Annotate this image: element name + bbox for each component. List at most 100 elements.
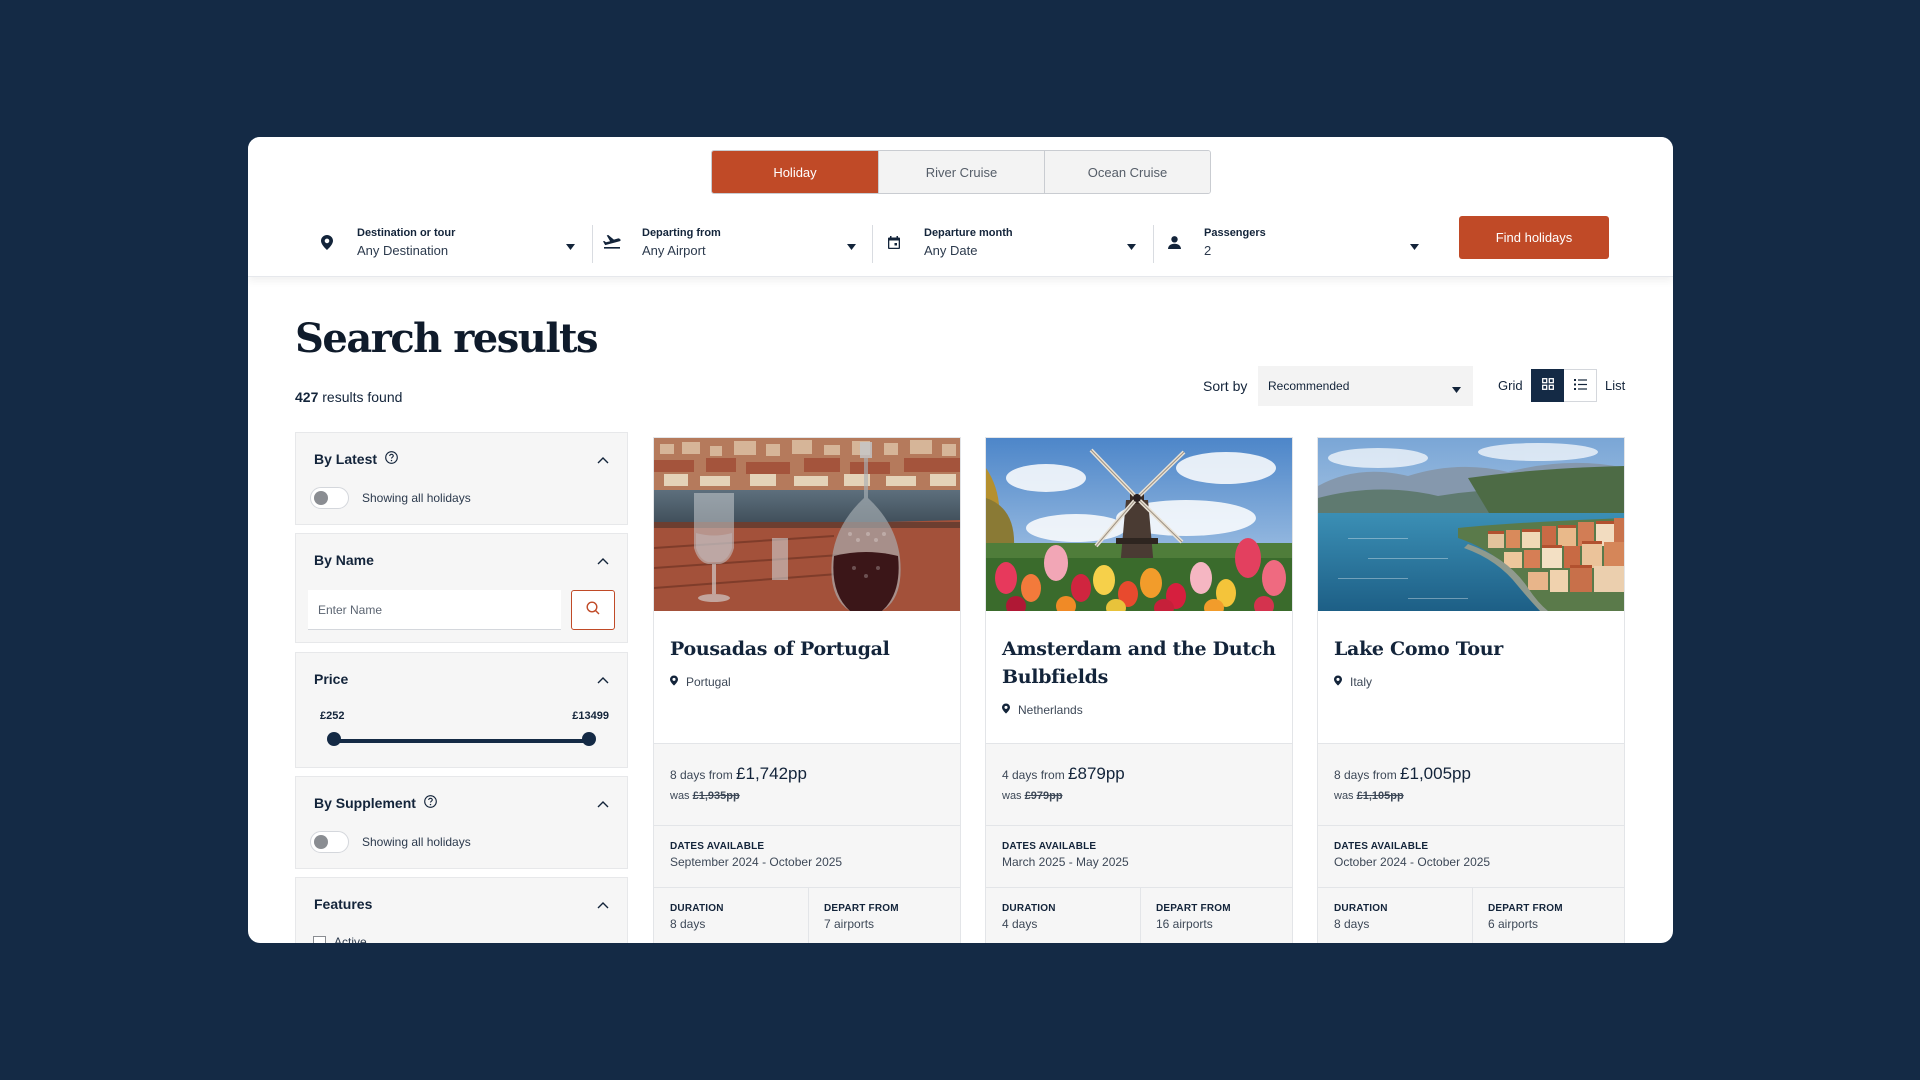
filter-by-supplement: By Supplement Showing all holidays bbox=[295, 776, 628, 869]
price-range-track[interactable] bbox=[334, 739, 589, 743]
days-prefix: 8 days from bbox=[1334, 768, 1401, 782]
card-location: Italy bbox=[1334, 675, 1372, 689]
was-prefix: was bbox=[1002, 790, 1025, 802]
depart-value: 7 airports bbox=[824, 917, 875, 931]
filter-title: Price bbox=[314, 671, 349, 687]
holiday-card[interactable]: Amsterdam and the Dutch Bulbfields Nethe… bbox=[985, 437, 1293, 943]
grid-view-button[interactable] bbox=[1531, 369, 1564, 402]
price-amount: £1,005pp bbox=[1400, 764, 1471, 783]
results-count: 427 results found bbox=[295, 389, 402, 405]
depart-label: DEPART FROM bbox=[824, 903, 899, 914]
holiday-card[interactable]: Pousadas of Portugal Portugal 8 days fro… bbox=[653, 437, 961, 943]
sort-select[interactable]: Recommended bbox=[1258, 366, 1473, 406]
duration-value: 8 days bbox=[670, 917, 706, 931]
month-value: Any Date bbox=[924, 242, 978, 258]
card-location: Netherlands bbox=[1002, 703, 1083, 717]
card-dates-box: DATES AVAILABLE October 2024 - October 2… bbox=[1318, 825, 1624, 887]
search-icon bbox=[586, 600, 600, 620]
was-price: £1,105pp bbox=[1356, 790, 1404, 802]
price-line: 4 days from £879pp bbox=[1002, 764, 1125, 784]
month-select[interactable]: Departure month Any Date bbox=[884, 217, 1136, 267]
calendar-icon bbox=[884, 232, 904, 252]
departing-label: Departing from bbox=[642, 226, 721, 239]
holiday-image-lake-como[interactable] bbox=[1318, 438, 1624, 611]
filter-by-name: By Name bbox=[295, 533, 628, 643]
chevron-up-icon[interactable] bbox=[597, 552, 609, 570]
chevron-up-icon[interactable] bbox=[597, 451, 609, 469]
chevron-up-icon[interactable] bbox=[597, 671, 609, 689]
was-line: was £1,935pp bbox=[670, 790, 740, 802]
month-label: Departure month bbox=[924, 226, 1013, 239]
destination-select[interactable]: Destination or tour Any Destination bbox=[317, 217, 575, 267]
destination-value: Any Destination bbox=[357, 242, 449, 258]
feature-option[interactable]: Active bbox=[313, 935, 367, 943]
card-meta-box: DURATION 4 days DEPART FROM 16 airports bbox=[986, 887, 1292, 943]
passengers-select[interactable]: Passengers 2 bbox=[1164, 217, 1419, 267]
dates-value: October 2024 - October 2025 bbox=[1334, 855, 1491, 869]
was-prefix: was bbox=[1334, 790, 1357, 802]
holiday-image-porto[interactable] bbox=[654, 438, 960, 611]
page-title: Search results bbox=[295, 315, 599, 362]
depart-value: 6 airports bbox=[1488, 917, 1539, 931]
departing-value: Any Airport bbox=[642, 242, 706, 258]
price-max-handle[interactable] bbox=[582, 732, 596, 746]
card-price-box: 8 days from £1,005pp was £1,105pp bbox=[1318, 743, 1624, 825]
find-holidays-button[interactable]: Find holidays bbox=[1459, 216, 1609, 259]
holiday-type-tabs: Holiday River Cruise Ocean Cruise bbox=[711, 150, 1211, 194]
list-view-button[interactable] bbox=[1564, 369, 1597, 402]
filter-price: Price £252 £13499 bbox=[295, 652, 628, 768]
card-title[interactable]: Pousadas of Portugal bbox=[670, 635, 946, 663]
tab-ocean-cruise[interactable]: Ocean Cruise bbox=[1044, 151, 1210, 193]
toggle-text: Showing all holidays bbox=[362, 491, 471, 505]
feature-checkbox[interactable] bbox=[313, 935, 326, 943]
supplement-toggle[interactable] bbox=[310, 831, 349, 853]
was-prefix: was bbox=[670, 790, 693, 802]
dates-value: September 2024 - October 2025 bbox=[670, 855, 843, 869]
filter-title-label: By Latest bbox=[314, 451, 378, 467]
help-icon[interactable] bbox=[424, 795, 437, 811]
sort-value: Recommended bbox=[1268, 379, 1350, 393]
days-prefix: 4 days from bbox=[1002, 768, 1069, 782]
chevron-up-icon[interactable] bbox=[597, 896, 609, 914]
passengers-label: Passengers bbox=[1204, 226, 1266, 239]
results-count-suffix: results found bbox=[318, 389, 403, 405]
price-line: 8 days from £1,005pp bbox=[1334, 764, 1471, 784]
filter-title: Features bbox=[314, 896, 373, 912]
duration-value: 4 days bbox=[1002, 917, 1038, 931]
field-divider bbox=[1153, 225, 1154, 263]
card-dates-box: DATES AVAILABLE March 2025 - May 2025 bbox=[986, 825, 1292, 887]
name-search-button[interactable] bbox=[571, 590, 615, 630]
location-pin-icon bbox=[1334, 675, 1342, 689]
list-label: List bbox=[1605, 378, 1626, 393]
dates-label: DATES AVAILABLE bbox=[1334, 841, 1429, 852]
grid-label: Grid bbox=[1498, 378, 1523, 393]
dates-value: March 2025 - May 2025 bbox=[1002, 855, 1129, 869]
departing-select[interactable]: Departing from Any Airport bbox=[602, 217, 856, 267]
price-min-handle[interactable] bbox=[327, 732, 341, 746]
card-price-box: 4 days from £879pp was £979pp bbox=[986, 743, 1292, 825]
list-icon bbox=[1573, 377, 1587, 395]
chevron-down-icon bbox=[847, 237, 856, 255]
tab-holiday[interactable]: Holiday bbox=[712, 151, 878, 193]
grid-icon bbox=[1541, 377, 1554, 395]
feature-label: Active bbox=[334, 935, 367, 943]
chevron-up-icon[interactable] bbox=[597, 795, 609, 813]
filter-by-latest: By Latest Showing all holidays bbox=[295, 432, 628, 525]
field-divider bbox=[592, 225, 593, 263]
card-location-name: Portugal bbox=[686, 675, 731, 689]
chevron-down-icon bbox=[1452, 382, 1461, 396]
latest-toggle[interactable] bbox=[310, 487, 349, 509]
chevron-down-icon bbox=[1127, 237, 1136, 255]
tab-river-cruise[interactable]: River Cruise bbox=[878, 151, 1044, 193]
filter-title: By Supplement bbox=[314, 795, 437, 811]
holiday-card[interactable]: Lake Como Tour Italy 8 days from £1,005p… bbox=[1317, 437, 1625, 943]
name-search-input[interactable] bbox=[308, 590, 561, 630]
help-icon[interactable] bbox=[385, 451, 398, 467]
card-title[interactable]: Amsterdam and the Dutch Bulbfields bbox=[1002, 635, 1278, 691]
location-pin-icon bbox=[1002, 703, 1010, 717]
meta-divider bbox=[808, 888, 809, 943]
card-title[interactable]: Lake Como Tour bbox=[1334, 635, 1610, 663]
results-count-number: 427 bbox=[295, 389, 319, 405]
holiday-image-windmill-tulips[interactable] bbox=[986, 438, 1292, 611]
plane-takeoff-icon bbox=[602, 232, 622, 252]
